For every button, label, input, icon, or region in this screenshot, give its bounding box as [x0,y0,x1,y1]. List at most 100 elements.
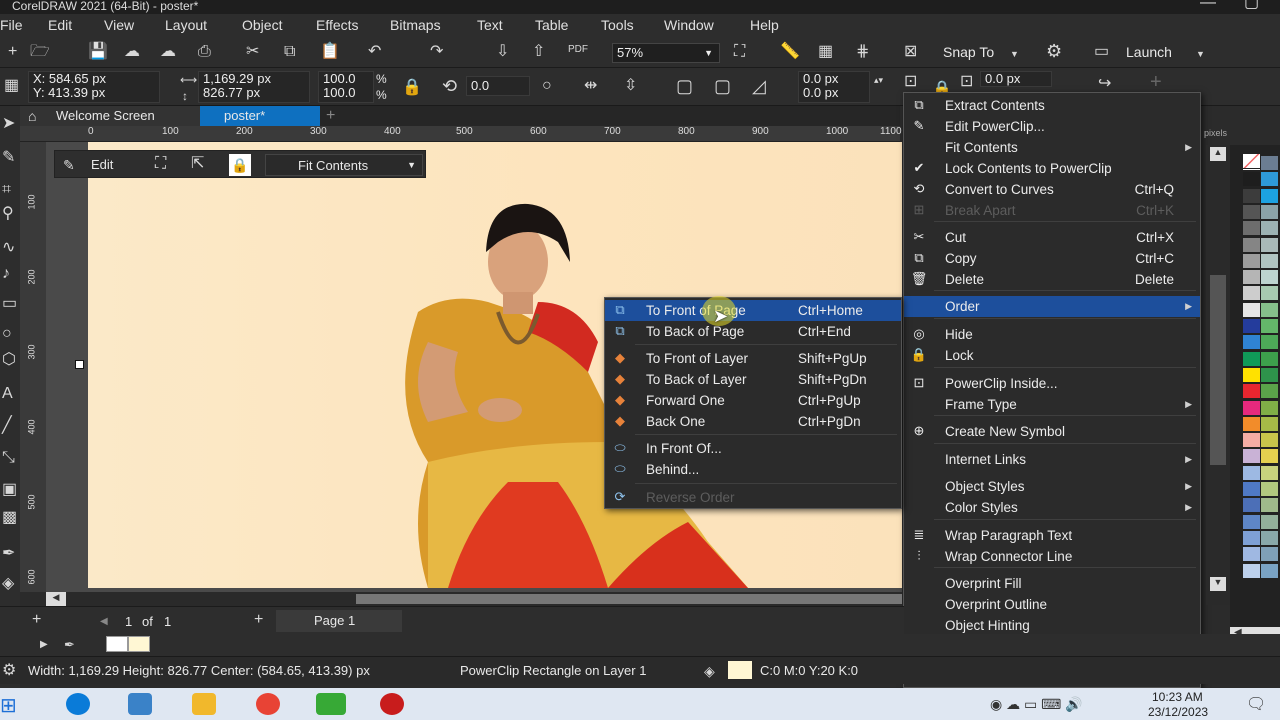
rotation-field[interactable]: 0.0 [466,76,530,96]
palette-swatch[interactable] [1260,562,1279,579]
tab-welcome-screen[interactable]: ⌂ Welcome Screen [20,106,200,126]
clock-time[interactable]: 10:23 AM [1152,690,1203,704]
palette-swatch[interactable] [1242,301,1261,318]
notifications-icon[interactable]: 🗨 [1246,694,1266,714]
palette-swatch[interactable] [1242,171,1261,188]
palette-swatch[interactable] [1242,464,1261,481]
palette-swatch[interactable] [1260,366,1279,383]
context-menu-item[interactable]: Object Styles ▶ [904,476,1200,497]
context-menu-item[interactable]: Object Hinting [904,615,1200,636]
palette-swatch[interactable] [1260,301,1279,318]
paste-icon[interactable]: 📋 [320,44,340,60]
artistic-media-icon[interactable]: ♪ [2,266,10,282]
spinner-icon[interactable]: ▴▾ [874,72,883,88]
tray-icons[interactable]: ◉ ☁ ▭ ⌨ 🔊 [990,696,1083,713]
context-menu-item[interactable]: 🗑 Delete Delete [904,269,1200,290]
snap-icon[interactable]: ⊠ [904,44,917,60]
scroll-up-icon[interactable]: ▲ [1210,147,1226,161]
palette-swatch[interactable] [1260,513,1279,530]
rotation-center-icon[interactable]: ○ [542,78,552,94]
palette-swatch[interactable] [1260,497,1279,514]
palette-swatch[interactable] [1242,497,1261,514]
horizontal-scrollbar[interactable]: ◀ [46,592,902,606]
order-menu-item[interactable]: ◆ To Front of Layer Shift+PgUp [605,348,901,369]
menu-view[interactable]: View [104,17,134,33]
order-menu-item[interactable]: ◆ Back One Ctrl+PgDn [605,411,901,432]
context-menu-item[interactable]: Overprint Outline [904,594,1200,615]
palette-swatch[interactable] [1242,203,1261,220]
scalloped-corner-icon[interactable]: ▢ [714,77,731,95]
context-menu-item[interactable]: ⧉ Copy Ctrl+C [904,248,1200,269]
cut-icon[interactable]: ✂ [246,44,259,60]
context-menu-item[interactable]: Color Styles ▶ [904,497,1200,518]
scale-fields[interactable]: 100.0 100.0 [318,71,374,103]
palette-swatch[interactable] [1260,220,1279,237]
palette-swatch[interactable] [1260,399,1279,416]
size-fields[interactable]: 1,169.29 px 826.77 px [198,71,310,103]
export-icon[interactable]: ⇧ [532,44,545,60]
palette-swatch[interactable] [1260,546,1279,563]
add-icon[interactable]: + [1150,72,1162,92]
palette-swatch[interactable] [1242,399,1261,416]
line-tool-icon[interactable]: ╱ [2,418,12,434]
palette-swatch[interactable] [1242,432,1261,449]
context-menu-item[interactable]: Internet Links ▶ [904,449,1200,470]
file-explorer-icon[interactable] [192,693,216,715]
palette-swatch[interactable] [1260,481,1279,497]
new-document-icon[interactable]: + [8,44,17,60]
context-menu-item[interactable]: ⊕ Create New Symbol [904,421,1200,442]
convert-curves-icon[interactable]: ↪ [1098,76,1111,92]
polygon-tool-icon[interactable]: ⬡ [2,352,16,368]
palette-swatch[interactable] [1242,252,1261,269]
gear-icon[interactable]: ⚙ [1046,42,1062,60]
menu-layout[interactable]: Layout [165,17,207,33]
extract-contents-icon[interactable]: ⇱ [191,156,204,172]
round-corner-icon[interactable]: ▢ [676,77,693,95]
fit-contents-dropdown[interactable]: Fit Contents ▼ [265,154,423,176]
cloud-upload-icon[interactable]: ☁ [160,44,176,60]
pick-tool-icon[interactable]: ➤ [2,116,15,132]
edge-icon[interactable] [66,693,90,715]
palette-swatch[interactable] [1260,334,1279,351]
eyedropper-icon[interactable]: ✒ [64,637,75,653]
eyedropper-tool-icon[interactable]: ✒ [2,546,15,562]
corner-radius-fields[interactable]: 0.0 px 0.0 px [798,71,870,103]
palette-swatch[interactable] [1242,481,1261,497]
connector-tool-icon[interactable]: ⤡ [2,450,15,466]
rulers-icon[interactable]: 📏 [780,44,800,60]
save-icon[interactable]: 💾 [88,44,108,60]
rectangle-tool-icon[interactable]: ▭ [2,296,17,312]
context-menu-item[interactable]: Frame Type ▶ [904,394,1200,415]
palette-swatch[interactable] [1260,464,1279,481]
cloud-download-icon[interactable]: ☁ [124,44,140,60]
palette-swatch[interactable] [1260,318,1279,334]
page-tab[interactable]: Page 1 [276,610,402,632]
palette-swatch[interactable] [1242,366,1261,383]
palette-swatch[interactable] [1242,285,1261,302]
outline-width-field[interactable]: 0.0 px [980,71,1052,87]
menu-edit[interactable]: Edit [48,17,72,33]
grid-icon[interactable]: ▦ [818,44,833,60]
palette-swatch[interactable] [1260,155,1279,171]
vertical-scrollbar[interactable]: ▲ ▼ [1206,145,1230,605]
copy-icon[interactable]: ⧉ [284,44,295,60]
add-page-after-icon[interactable]: + [254,612,263,628]
scroll-down-icon[interactable]: ▼ [1210,577,1226,591]
palette-swatch[interactable] [1260,529,1279,546]
fill-tool-icon[interactable]: ◈ [2,576,14,592]
freehand-tool-icon[interactable]: ∿ [2,240,15,256]
import-icon[interactable]: ⇩ [496,44,509,60]
palette-swatch[interactable] [1242,448,1261,465]
context-menu-item[interactable]: ✎ Edit PowerClip... [904,116,1200,137]
context-menu-item[interactable]: ⊡ PowerClip Inside... [904,373,1200,394]
chevron-down-icon[interactable]: ▼ [1010,46,1019,62]
coreldraw-icon[interactable] [316,693,346,715]
context-menu-item[interactable]: ⧉ Extract Contents [904,95,1200,116]
context-menu-item[interactable]: ✔ Lock Contents to PowerClip [904,158,1200,179]
zoom-level-select[interactable]: 57% ▼ [612,43,720,63]
menu-bitmaps[interactable]: Bitmaps [390,17,441,33]
crop-tool-icon[interactable]: ⌗ [2,182,11,198]
zoom-tool-icon[interactable]: ⚲ [2,206,14,222]
tab-poster[interactable]: poster* [200,106,320,126]
order-menu-item[interactable]: ⧉ To Back of Page Ctrl+End [605,321,901,342]
